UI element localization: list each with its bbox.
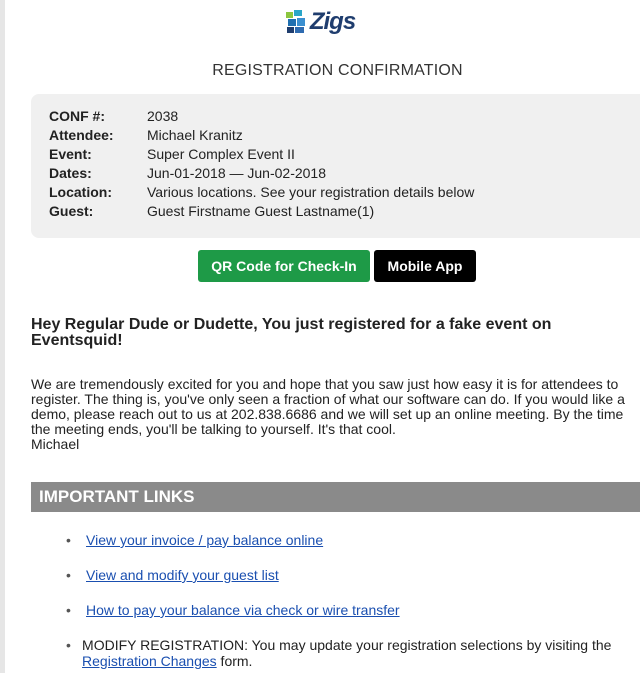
conf-label: Event: xyxy=(49,146,92,162)
conf-label: Dates: xyxy=(49,165,92,181)
registration-changes-link[interactable]: Registration Changes xyxy=(82,653,217,669)
message-paragraph: We are tremendously excited for you and … xyxy=(31,376,625,437)
conf-row: Attendee: Michael Kranitz xyxy=(49,126,474,145)
email-page: Zigs REGISTRATION CONFIRMATION CONF #: 2… xyxy=(0,0,640,673)
page-title: REGISTRATION CONFIRMATION xyxy=(212,62,463,79)
conf-value: Various locations. See your registration… xyxy=(147,184,475,200)
conf-value: Michael Kranitz xyxy=(147,127,243,143)
bullet: • xyxy=(66,567,71,583)
conf-row: CONF #: 2038 xyxy=(49,107,474,126)
conf-row: Guest: Guest Firstname Guest Lastname(1) xyxy=(49,202,474,221)
list-item: • MODIFY REGISTRATION: You may update yo… xyxy=(66,637,640,669)
links-list: • View your invoice / pay balance online… xyxy=(66,532,640,688)
left-border xyxy=(0,0,5,673)
list-item: • View your invoice / pay balance online xyxy=(66,532,640,548)
logo: Zigs xyxy=(0,8,640,39)
conf-value: Jun-01-2018 — Jun-02-2018 xyxy=(147,165,327,181)
conf-value: 2038 xyxy=(147,108,179,124)
modify-prefix: MODIFY REGISTRATION: You may update your… xyxy=(82,637,612,653)
bullet: • xyxy=(66,602,71,618)
list-item: • How to pay your balance via check or w… xyxy=(66,602,640,618)
greeting-heading: Hey Regular Dude or Dudette, You just re… xyxy=(31,316,552,349)
conf-label: Location: xyxy=(49,184,112,200)
mobile-app-button[interactable]: Mobile App xyxy=(374,250,476,282)
payment-instructions-link[interactable]: How to pay your balance via check or wir… xyxy=(86,602,400,618)
modify-registration-text: MODIFY REGISTRATION: You may update your… xyxy=(82,637,640,669)
conf-label: Guest: xyxy=(49,203,94,219)
conf-row: Dates: Jun-01-2018 — Jun-02-2018 xyxy=(49,164,474,183)
invoice-link[interactable]: View your invoice / pay balance online xyxy=(86,532,323,548)
logo-text: Zigs xyxy=(309,8,356,35)
qr-code-button[interactable]: QR Code for Check-In xyxy=(198,250,370,282)
conf-label: Attendee: xyxy=(49,127,114,143)
important-links-header: IMPORTANT LINKS xyxy=(31,482,640,512)
conf-row: Event: Super Complex Event II xyxy=(49,145,474,164)
conf-label: CONF #: xyxy=(49,108,105,124)
conf-row: Location: Various locations. See your re… xyxy=(49,183,474,202)
bullet: • xyxy=(66,637,71,653)
modify-suffix: form. xyxy=(216,653,253,669)
message-body: We are tremendously excited for you and … xyxy=(31,377,640,452)
guest-list-link[interactable]: View and modify your guest list xyxy=(86,567,279,583)
signature: Michael xyxy=(31,436,80,452)
zigs-logo-icon xyxy=(285,10,305,33)
action-buttons: QR Code for Check-In Mobile App xyxy=(198,250,476,282)
confirmation-details: CONF #: 2038 Attendee: Michael Kranitz E… xyxy=(49,107,474,221)
conf-value: Super Complex Event II xyxy=(147,146,295,162)
list-item: • View and modify your guest list xyxy=(66,567,640,583)
conf-value: Guest Firstname Guest Lastname(1) xyxy=(147,203,375,219)
bullet: • xyxy=(66,532,71,548)
